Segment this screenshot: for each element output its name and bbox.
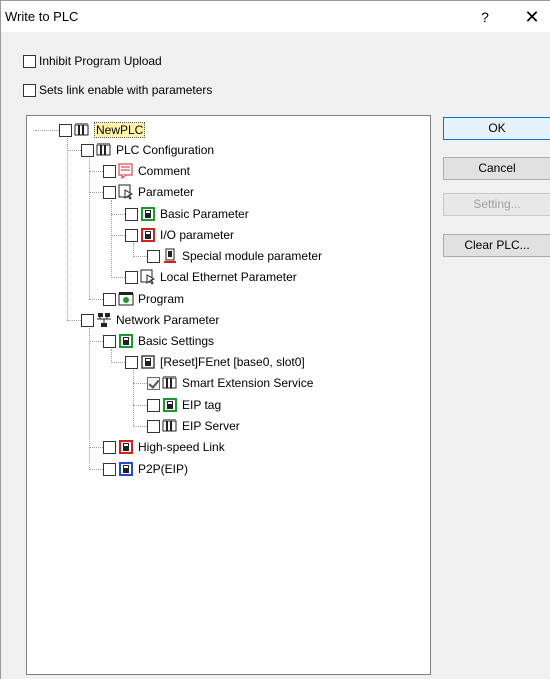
plc-icon (96, 142, 112, 158)
program-icon (118, 291, 134, 307)
title-bar: Write to PLC ? ✕ (1, 1, 550, 32)
tree-checkbox[interactable] (103, 164, 116, 178)
link-enable-option[interactable]: Sets link enable with parameters (23, 83, 212, 97)
tree-label: EIP tag (182, 398, 222, 412)
plc-icon (162, 375, 178, 391)
inhibit-upload-option[interactable]: Inhibit Program Upload (23, 54, 162, 68)
tree-node-basic-parameter[interactable]: Basic Parameter (125, 205, 249, 223)
tree-node-eip-tag[interactable]: EIP tag (147, 396, 221, 414)
tree-node-special-module-parameter[interactable]: Special module parameter (147, 247, 322, 265)
comment-icon (118, 163, 134, 179)
parameter-icon (118, 184, 134, 200)
tree-checkbox[interactable] (147, 398, 160, 412)
link-enable-label: Sets link enable with parameters (39, 83, 213, 97)
tree-label: Comment (138, 164, 191, 178)
tree-checkbox[interactable] (125, 355, 138, 369)
tree-checkbox[interactable] (125, 228, 138, 242)
tree-label: [Reset]FEnet [base0, slot0] (160, 355, 305, 369)
inhibit-upload-label: Inhibit Program Upload (39, 54, 162, 68)
tree-label: Special module parameter (182, 249, 323, 263)
tree-label: EIP Server (182, 419, 240, 433)
module-icon (140, 206, 156, 222)
io-module-icon (140, 227, 156, 243)
close-button[interactable]: ✕ (519, 5, 545, 29)
tree-node-smart-extension-service[interactable]: Smart Extension Service (147, 374, 313, 392)
module-icon (118, 333, 134, 349)
tree-label: Parameter (138, 185, 195, 199)
tree-node-fenet[interactable]: [Reset]FEnet [base0, slot0] (125, 353, 305, 371)
tree-label: NewPLC (94, 122, 146, 138)
tree-node-basic-settings[interactable]: Basic Settings (103, 332, 214, 350)
tree-label: Network Parameter (116, 313, 220, 327)
tree-node-p2p-eip[interactable]: P2P(EIP) (103, 460, 188, 478)
fenet-module-icon (140, 354, 156, 370)
write-to-plc-dialog: Write to PLC ? ✕ Inhibit Program Upload … (0, 0, 550, 679)
tree-label: Basic Parameter (160, 207, 249, 221)
tree-label: Program (138, 292, 185, 306)
tree-node-comment[interactable]: Comment (103, 162, 190, 180)
tree-checkbox[interactable] (103, 185, 116, 199)
tree-checkbox[interactable] (103, 334, 116, 348)
clear-plc-button[interactable]: Clear PLC... (443, 234, 550, 257)
tree-label: P2P(EIP) (138, 462, 189, 476)
parameter-icon (140, 269, 156, 285)
help-button[interactable]: ? (473, 6, 497, 28)
tree-checkbox[interactable] (81, 143, 94, 157)
tree-checkbox[interactable] (147, 249, 160, 263)
p2p-icon (118, 461, 134, 477)
tree-label: Basic Settings (138, 334, 215, 348)
inhibit-upload-checkbox[interactable] (23, 54, 36, 68)
tree-node-eip-server[interactable]: EIP Server (147, 417, 240, 435)
tree-node-plc-configuration[interactable]: PLC Configuration (81, 141, 214, 159)
plc-icon (162, 418, 178, 434)
tree-checkbox[interactable] (125, 270, 138, 284)
network-icon (96, 312, 112, 328)
tree-checkbox[interactable] (147, 419, 160, 433)
tree-checkbox[interactable] (103, 462, 116, 476)
tree-node-high-speed-link[interactable]: High-speed Link (103, 438, 225, 456)
tree-node-io-parameter[interactable]: I/O parameter (125, 226, 234, 244)
hs-link-icon (118, 439, 134, 455)
special-module-icon (162, 248, 178, 264)
tree-node-parameter[interactable]: Parameter (103, 183, 194, 201)
module-icon (162, 397, 178, 413)
cancel-button[interactable]: Cancel (443, 157, 550, 180)
tree-label: Local Ethernet Parameter (160, 270, 297, 284)
tree-node-local-ethernet-parameter[interactable]: Local Ethernet Parameter (125, 268, 297, 286)
tree-node-program[interactable]: Program (103, 290, 184, 308)
tree-checkbox[interactable] (103, 292, 116, 306)
ok-button[interactable]: OK (443, 117, 550, 140)
link-enable-checkbox[interactable] (23, 83, 36, 97)
tree-node-network-parameter[interactable]: Network Parameter (81, 311, 219, 329)
tree-checkbox[interactable] (59, 123, 72, 137)
tree-checkbox[interactable] (81, 313, 94, 327)
tree-checkbox-checked[interactable] (147, 376, 160, 390)
tree-label: PLC Configuration (116, 143, 215, 157)
tree-label: I/O parameter (160, 228, 235, 242)
setting-button[interactable]: Setting... (443, 193, 550, 216)
parameter-tree[interactable]: NewPLC PLC Configuration Comment Paramet… (26, 115, 431, 675)
tree-node-newplc[interactable]: NewPLC (59, 121, 146, 139)
tree-checkbox[interactable] (125, 207, 138, 221)
dialog-title: Write to PLC (5, 9, 79, 24)
plc-icon (74, 122, 90, 138)
tree-label: High-speed Link (138, 440, 225, 454)
tree-label: Smart Extension Service (182, 376, 314, 390)
tree-checkbox[interactable] (103, 440, 116, 454)
